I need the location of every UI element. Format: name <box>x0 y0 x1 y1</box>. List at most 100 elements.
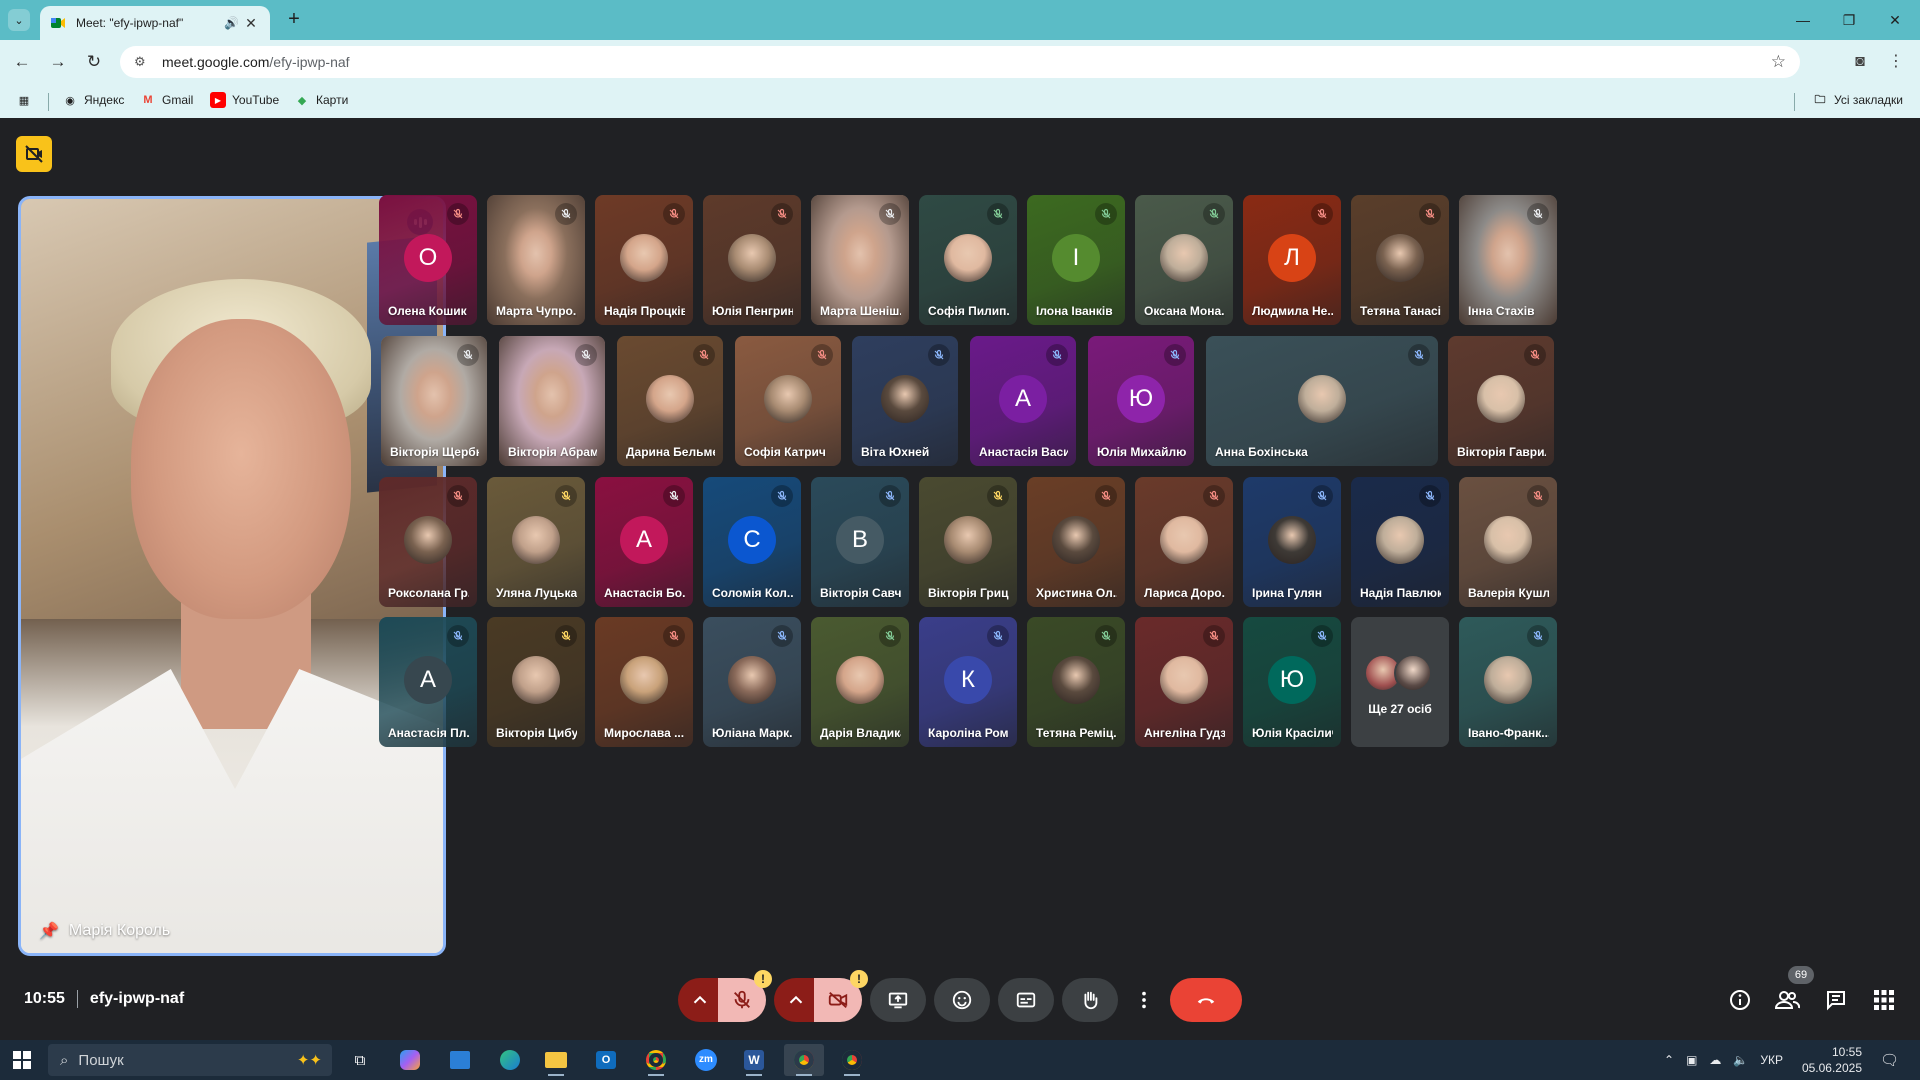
participant-tile[interactable]: Софія Катрич <box>735 336 841 466</box>
tab-search-button[interactable]: ⌄ <box>8 9 30 31</box>
reactions-button[interactable] <box>934 978 990 1022</box>
participant-tile[interactable]: Марта Шеніш... <box>811 195 909 325</box>
participant-tile[interactable]: Марта Чупро... <box>487 195 585 325</box>
leave-call-button[interactable] <box>1170 978 1242 1022</box>
more-participants-tile[interactable]: Ще 27 осіб <box>1351 617 1449 747</box>
microphone-toggle-button[interactable]: ! <box>718 970 772 1022</box>
participant-tile[interactable]: Уляна Луцька <box>487 477 585 607</box>
participant-tile[interactable]: Вікторія Щербюк <box>381 336 487 466</box>
participant-tile[interactable]: А Анастасія Васи... <box>970 336 1076 466</box>
participant-tile[interactable]: Надія Процків <box>595 195 693 325</box>
edge-icon[interactable] <box>490 1044 530 1076</box>
participant-tile[interactable]: Юліана Марк... <box>703 617 801 747</box>
zoom-icon[interactable]: zm <box>686 1044 726 1076</box>
people-icon[interactable] <box>1773 986 1801 1014</box>
bookmark-star-icon[interactable]: ☆ <box>1771 52 1786 72</box>
participant-tile[interactable]: Вікторія Цибух <box>487 617 585 747</box>
tab-meet[interactable]: Meet: "efy-ipwp-naf" 🔊 ✕ <box>40 6 270 40</box>
meet-tray-icon[interactable]: ▣ <box>1686 1053 1697 1067</box>
profile-icon[interactable]: ◙ <box>1848 50 1872 74</box>
start-button[interactable] <box>2 1044 42 1076</box>
reload-button[interactable]: ↻ <box>82 50 106 74</box>
camera-toggle-button[interactable]: ! <box>814 970 868 1022</box>
captions-button[interactable] <box>998 978 1054 1022</box>
participant-tile[interactable]: Івано-Франк... <box>1459 617 1557 747</box>
participant-tile[interactable]: Віта Юхней <box>852 336 958 466</box>
chrome-profile-1-icon[interactable] <box>784 1044 824 1076</box>
all-bookmarks[interactable]: 🗀 Усі закладки <box>1812 92 1904 108</box>
pin-icon[interactable]: 📌 <box>39 921 59 941</box>
participant-tile[interactable]: Ірина Гулян <box>1243 477 1341 607</box>
chrome-profile-2-icon[interactable] <box>832 1044 872 1076</box>
close-window-button[interactable]: ✕ <box>1872 0 1918 40</box>
participant-tile[interactable]: Оксана Мона... <box>1135 195 1233 325</box>
bookmark-maps[interactable]: ◆ Карти <box>294 92 349 108</box>
participant-tile[interactable]: Надія Павлюк <box>1351 477 1449 607</box>
show-hidden-icons[interactable]: ⌃ <box>1664 1053 1674 1067</box>
outlook-icon[interactable]: O <box>586 1044 626 1076</box>
participant-tile[interactable]: І Ілона Іванків <box>1027 195 1125 325</box>
participant-tile[interactable]: Роксолана Гр... <box>379 477 477 607</box>
bookmark-youtube[interactable]: ▶ YouTube <box>210 92 279 108</box>
language-indicator[interactable]: УКР <box>1760 1053 1783 1067</box>
audio-options-button[interactable] <box>678 978 722 1022</box>
meeting-details-icon[interactable] <box>1726 986 1754 1014</box>
video-options-button[interactable] <box>774 978 818 1022</box>
participant-tile[interactable]: Ангеліна Гудзь <box>1135 617 1233 747</box>
participant-tile[interactable]: Вікторія Гриц... <box>919 477 1017 607</box>
back-button[interactable]: ← <box>10 50 34 74</box>
clock[interactable]: 10:55 05.06.2025 <box>1802 1040 1862 1080</box>
participant-tile[interactable]: Анна Бохінська <box>1206 336 1438 466</box>
microsoft-store-icon[interactable] <box>440 1044 480 1076</box>
bookmark-yandex[interactable]: ◉ Яндекс <box>62 92 124 108</box>
volume-icon[interactable]: 🔈 <box>1733 1053 1748 1067</box>
participant-tile[interactable]: Тетяна Танасі... <box>1351 195 1449 325</box>
participant-tile[interactable]: Ю Юлія Красілич <box>1243 617 1341 747</box>
apps-grid-icon[interactable]: ▦ <box>16 92 32 108</box>
notifications-icon[interactable]: 🗨 <box>1880 1040 1899 1080</box>
raise-hand-button[interactable] <box>1062 978 1118 1022</box>
participant-tile[interactable]: О Олена Кошик <box>379 195 477 325</box>
site-info-icon[interactable]: ⚙ <box>134 54 152 70</box>
participant-tile[interactable]: Тетяна Реміц... <box>1027 617 1125 747</box>
camera-off-notice-icon[interactable] <box>16 136 52 172</box>
participant-tile[interactable]: Вікторія Гаврил... <box>1448 336 1554 466</box>
copilot-icon[interactable] <box>390 1044 430 1076</box>
participant-tile[interactable]: К Кароліна Ром... <box>919 617 1017 747</box>
participant-tile[interactable]: Валерія Кушл... <box>1459 477 1557 607</box>
participant-tile[interactable]: Вікторія Абрам <box>499 336 605 466</box>
more-options-button[interactable] <box>1126 978 1162 1022</box>
participant-tile[interactable]: Л Людмила Не... <box>1243 195 1341 325</box>
minimize-button[interactable]: — <box>1780 0 1826 40</box>
restore-button[interactable]: ❐ <box>1826 0 1872 40</box>
present-screen-button[interactable] <box>870 978 926 1022</box>
participant-tile[interactable]: Лариса Доро... <box>1135 477 1233 607</box>
address-bar[interactable]: ⚙ meet.google.com/efy-ipwp-naf ☆ <box>120 46 1800 78</box>
tab-close-icon[interactable]: ✕ <box>242 15 260 32</box>
participant-tile[interactable]: Софія Пилип... <box>919 195 1017 325</box>
participant-tile[interactable]: Дарія Владика <box>811 617 909 747</box>
participant-tile[interactable]: А Анастасія Пл... <box>379 617 477 747</box>
bookmark-gmail[interactable]: M Gmail <box>140 92 193 108</box>
participant-tile[interactable]: Христина Ол... <box>1027 477 1125 607</box>
participant-tile[interactable]: В Вікторія Савч... <box>811 477 909 607</box>
participant-tile[interactable]: А Анастасія Бо... <box>595 477 693 607</box>
chat-icon[interactable] <box>1822 986 1850 1014</box>
participant-tile[interactable]: Дарина Бельме... <box>617 336 723 466</box>
participant-tile[interactable]: Мирослава ... <box>595 617 693 747</box>
tab-audio-icon[interactable]: 🔊 <box>224 16 242 30</box>
participant-tile[interactable]: Інна Стахів <box>1459 195 1557 325</box>
onedrive-icon[interactable]: ☁ <box>1709 1053 1721 1067</box>
word-icon[interactable]: W <box>734 1044 774 1076</box>
taskbar-search[interactable]: ⌕ Пошук ✦✦ <box>48 1044 332 1076</box>
new-tab-button[interactable]: + <box>282 8 306 32</box>
forward-button[interactable]: → <box>46 50 70 74</box>
participant-tile[interactable]: Юлія Пенгрин <box>703 195 801 325</box>
activities-grid-icon[interactable] <box>1870 986 1898 1014</box>
task-view-icon[interactable]: ⧉ <box>340 1044 380 1076</box>
participant-tile[interactable]: С Соломія Кол... <box>703 477 801 607</box>
file-explorer-icon[interactable] <box>536 1044 576 1076</box>
browser-menu-icon[interactable]: ⋮ <box>1884 50 1908 74</box>
participant-tile[interactable]: Ю Юлія Михайлюк <box>1088 336 1194 466</box>
chrome-icon[interactable] <box>636 1044 676 1076</box>
